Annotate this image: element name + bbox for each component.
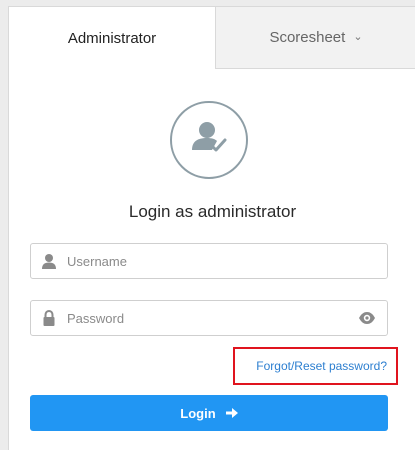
username-field[interactable]	[30, 243, 388, 279]
password-field[interactable]	[30, 300, 388, 336]
eye-icon[interactable]	[358, 311, 376, 325]
forgot-password-link[interactable]: Forgot/Reset password?	[256, 359, 387, 373]
forgot-password-highlight: Forgot/Reset password?	[233, 347, 398, 385]
user-icon	[42, 254, 56, 269]
tab-administrator[interactable]: Administrator	[9, 7, 215, 69]
tab-scoresheet-label: Scoresheet	[269, 29, 346, 46]
tab-scoresheet[interactable]: Scoresheet ⌄	[215, 7, 415, 69]
arrow-right-icon	[225, 408, 238, 418]
login-button[interactable]: Login	[30, 395, 388, 431]
username-input[interactable]	[67, 244, 347, 278]
login-card: Administrator Scoresheet ⌄ Login as admi…	[8, 6, 415, 450]
login-button-label: Login	[180, 405, 216, 421]
page-title: Login as administrator	[128, 202, 297, 221]
user-check-icon	[170, 101, 248, 179]
tab-bar: Administrator Scoresheet ⌄	[9, 7, 415, 69]
tab-administrator-label: Administrator	[67, 29, 157, 47]
chevron-down-icon: ⌄	[353, 31, 363, 43]
password-input[interactable]	[67, 301, 347, 335]
lock-icon	[43, 310, 55, 326]
